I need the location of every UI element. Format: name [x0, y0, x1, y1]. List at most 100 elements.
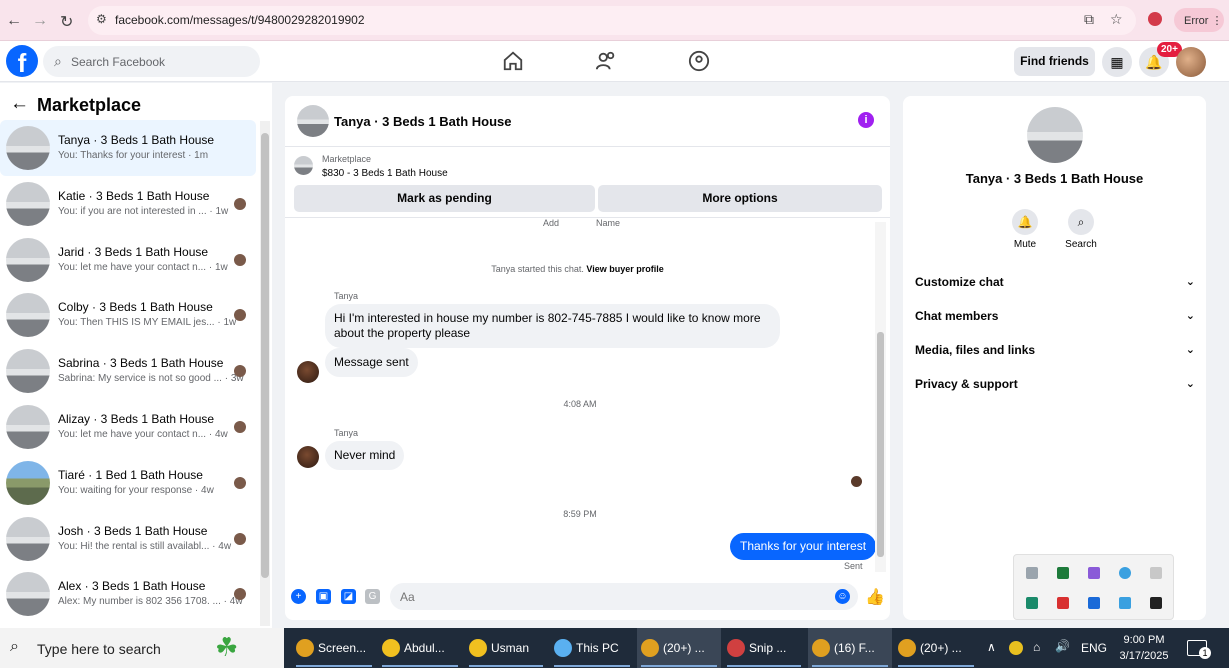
- tray-app-icon[interactable]: [1026, 567, 1038, 579]
- cutoff-text: Name: [596, 218, 621, 228]
- info-icon[interactable]: i: [858, 112, 874, 128]
- search-placeholder: Search Facebook: [71, 55, 166, 69]
- incoming-message[interactable]: Message sent: [325, 348, 418, 377]
- taskbar-app-button[interactable]: Usman: [465, 628, 547, 668]
- taskbar-search-box[interactable]: ⌕ Type here to search ☘: [0, 628, 284, 668]
- language-label[interactable]: ENG: [1081, 641, 1107, 655]
- chevron-up-icon[interactable]: ∧: [987, 640, 996, 654]
- pen-icon[interactable]: [1088, 567, 1100, 579]
- usb-icon[interactable]: [1150, 567, 1162, 579]
- listing-thumbnail[interactable]: [294, 156, 313, 175]
- conversation-item[interactable]: Jarid · 3 Beds 1 Bath House You: let me h…: [0, 232, 256, 288]
- home-icon[interactable]: [502, 50, 524, 72]
- reload-icon[interactable]: ↻: [60, 12, 73, 32]
- read-receipt-avatar: [234, 309, 246, 322]
- taskbar-app-label: (20+) ...: [920, 641, 962, 655]
- back-arrow-icon[interactable]: ←: [6, 12, 22, 30]
- conversation-item[interactable]: Katie · 3 Beds 1 Bath House You: if you a…: [0, 176, 256, 232]
- sticker-icon[interactable]: ◪: [341, 589, 356, 604]
- conversation-thumbnail: [6, 516, 50, 561]
- mute-bell-icon[interactable]: 🔔: [1012, 209, 1038, 235]
- menu-grid-icon[interactable]: ▦: [1102, 47, 1132, 77]
- app-icon: [812, 639, 830, 657]
- outgoing-message[interactable]: Thanks for your interest: [730, 533, 877, 560]
- incoming-message[interactable]: Hi I'm interested in house my number is …: [325, 304, 780, 348]
- chat-started-notice: Tanya started this chat. View buyer prof…: [285, 264, 870, 274]
- taskbar-app-button[interactable]: This PC: [550, 628, 634, 668]
- scrollbar[interactable]: [875, 222, 886, 572]
- volume-icon[interactable]: 🔊: [1055, 639, 1070, 653]
- tray-app-icon[interactable]: [1026, 597, 1038, 609]
- chat-avatar[interactable]: [297, 105, 329, 137]
- taskbar-app-label: Snip ...: [749, 641, 787, 655]
- address-bar[interactable]: ⚙ facebook.com/messages/t/94800292820199…: [88, 6, 1136, 35]
- emoji-icon[interactable]: ☺: [835, 589, 850, 604]
- privacy-support-row[interactable]: Privacy & support ⌄: [915, 377, 1195, 397]
- facebook-logo-icon[interactable]: f: [6, 45, 38, 77]
- taskbar-app-button[interactable]: Snip ...: [723, 628, 805, 668]
- conversation-item[interactable]: Josh · 3 Beds 1 Bath House You: Hi! the r…: [0, 511, 256, 567]
- bookmark-star-icon[interactable]: ☆: [1110, 11, 1123, 28]
- chat-avatar-large[interactable]: [1027, 107, 1083, 163]
- conversation-preview: Sabrina: My service is not so good ... ·…: [58, 373, 244, 385]
- view-buyer-profile-link[interactable]: View buyer profile: [586, 264, 663, 274]
- sender-avatar[interactable]: [297, 446, 319, 468]
- notification-center-icon[interactable]: 1: [1187, 640, 1211, 659]
- conversation-item[interactable]: Tiaré · 1 Bed 1 Bath House You: waiting f…: [0, 455, 256, 511]
- taskbar-app-button[interactable]: (20+) ...: [894, 628, 978, 668]
- listing-title[interactable]: $830 - 3 Beds 1 Bath House: [322, 168, 448, 179]
- bluetooth-icon[interactable]: [1088, 597, 1100, 609]
- error-button[interactable]: Error ⋮: [1174, 8, 1224, 32]
- taskbar-app-label: Screen...: [318, 641, 367, 655]
- app-icon: [727, 639, 745, 657]
- taskbar-app-button[interactable]: (16) F...: [808, 628, 892, 668]
- conversation-item[interactable]: Alizay · 3 Beds 1 Bath House You: let me …: [0, 399, 256, 455]
- search-icon[interactable]: ⌕: [1068, 209, 1094, 235]
- incoming-message[interactable]: Never mind: [325, 441, 405, 470]
- cast-icon[interactable]: ⧉: [1084, 11, 1094, 28]
- conversation-item[interactable]: Tanya · 3 Beds 1 Bath House You: Thanks f…: [0, 120, 256, 176]
- message-input[interactable]: [390, 583, 858, 610]
- taskbar-app-button[interactable]: (20+) ...: [637, 628, 721, 668]
- chat-members-row[interactable]: Chat members ⌄: [915, 309, 1195, 329]
- gif-icon[interactable]: G: [365, 589, 380, 604]
- more-options-button[interactable]: More options: [598, 185, 882, 212]
- find-friends-button[interactable]: Find friends: [1014, 47, 1095, 76]
- friends-icon[interactable]: [595, 50, 617, 72]
- forward-arrow-icon[interactable]: →: [32, 12, 48, 30]
- conversation-item[interactable]: Alex · 3 Beds 1 Bath House Alex: My numbe…: [0, 566, 256, 622]
- tray-app-icon[interactable]: [1009, 641, 1023, 655]
- taskbar-app-button[interactable]: Screen...: [292, 628, 376, 668]
- media-files-links-row[interactable]: Media, files and links ⌄: [915, 343, 1195, 363]
- chevron-down-icon: ⌄: [1185, 310, 1195, 322]
- conversation-item[interactable]: Colby · 3 Beds 1 Bath House You: Then THI…: [0, 287, 256, 343]
- photo-icon[interactable]: ▣: [316, 589, 331, 604]
- tray-app-icon[interactable]: [1057, 597, 1069, 609]
- customize-chat-row[interactable]: Customize chat ⌄: [915, 275, 1195, 295]
- clock[interactable]: 9:00 PM 3/17/2025: [1116, 632, 1172, 664]
- row-label: Media, files and links: [915, 343, 1036, 357]
- sent-status: Sent: [844, 561, 863, 571]
- thumbs-up-icon[interactable]: 👍: [865, 587, 885, 607]
- sender-avatar[interactable]: [297, 361, 319, 383]
- tray-app-icon[interactable]: [1119, 567, 1131, 579]
- account-avatar[interactable]: [1176, 47, 1206, 77]
- plus-icon[interactable]: +: [291, 589, 306, 604]
- site-settings-icon[interactable]: ⚙: [96, 12, 107, 26]
- taskbar-app-button[interactable]: Abdul...: [378, 628, 462, 668]
- profile-icon[interactable]: [1148, 12, 1162, 26]
- taskbar-app-label: Usman: [491, 641, 530, 655]
- back-arrow-icon[interactable]: ←: [10, 93, 29, 115]
- network-icon[interactable]: ⌂: [1033, 640, 1040, 654]
- conversation-item[interactable]: Sabrina · 3 Beds 1 Bath House Sabrina: My…: [0, 343, 256, 399]
- tray-app-icon[interactable]: [1150, 597, 1162, 609]
- read-receipt-avatar: [234, 532, 246, 545]
- chat-title[interactable]: Tanya · 3 Beds 1 Bath House: [334, 114, 511, 129]
- search-facebook-input[interactable]: ⌕ Search Facebook: [43, 46, 260, 77]
- scrollbar[interactable]: [260, 121, 270, 626]
- browser-toolbar: ← → ↻ ⚙ facebook.com/messages/t/94800292…: [0, 0, 1229, 41]
- excel-icon[interactable]: [1057, 567, 1069, 579]
- tray-app-icon[interactable]: [1119, 597, 1131, 609]
- mark-as-pending-button[interactable]: Mark as pending: [294, 185, 595, 212]
- groups-icon[interactable]: [688, 50, 710, 72]
